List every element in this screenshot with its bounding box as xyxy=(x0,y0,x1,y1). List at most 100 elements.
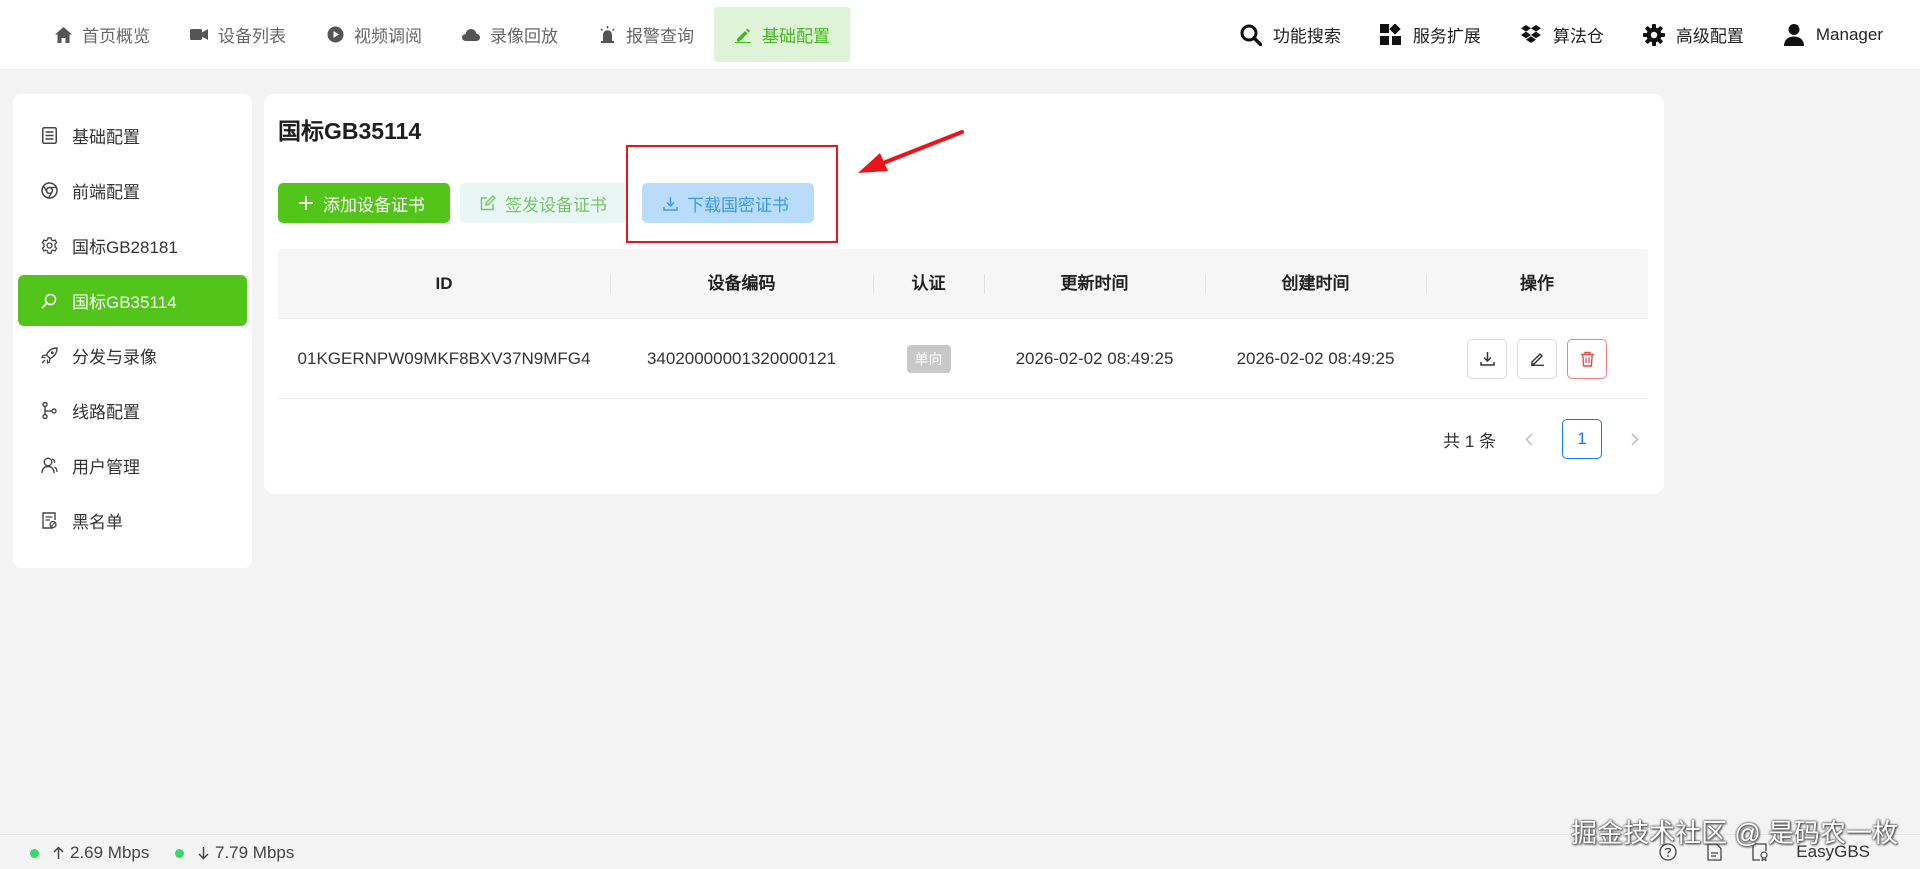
sidebar-item-basic-config[interactable]: 基础配置 xyxy=(18,110,247,161)
nav-service-ext-label: 服务扩展 xyxy=(1412,27,1481,46)
search-icon xyxy=(40,292,58,310)
chevron-right-icon xyxy=(1631,432,1639,446)
col-created: 创建时间 xyxy=(1205,249,1426,319)
edit-icon xyxy=(734,26,752,44)
cell-actions xyxy=(1426,338,1648,379)
nav-algorithm-label: 算法仓 xyxy=(1552,27,1604,46)
top-nav: 首页概览 设备列表 视频调阅 录像回放 报警查询 基础配置 功能搜索 服务扩展 … xyxy=(0,0,1920,70)
annotation-arrow xyxy=(858,130,964,173)
sidebar-item-label: 前端配置 xyxy=(72,183,140,202)
nav-user[interactable]: Manager xyxy=(1763,7,1902,62)
nav-home[interactable]: 首页概览 xyxy=(34,7,170,62)
chevron-left-icon xyxy=(1525,432,1533,446)
watermark: 掘金技术社区 @ 是码农一枚 xyxy=(1571,818,1898,848)
list-icon xyxy=(40,127,58,145)
sidebar-item-label: 用户管理 xyxy=(72,458,140,477)
status-dot xyxy=(30,848,39,858)
nav-advanced-label: 高级配置 xyxy=(1675,27,1744,46)
dropbox-icon xyxy=(1519,23,1543,47)
nav-left: 首页概览 设备列表 视频调阅 录像回放 报警查询 基础配置 xyxy=(34,7,850,62)
nav-playback[interactable]: 录像回放 xyxy=(442,7,578,62)
next-page-button[interactable] xyxy=(1620,419,1650,459)
download-speed-value: 7.79 Mbps xyxy=(215,843,295,862)
user-icon xyxy=(1782,23,1806,47)
trash-icon xyxy=(1580,351,1594,367)
arrow-up-icon xyxy=(53,846,64,859)
highlight-box xyxy=(626,145,838,243)
nav-service-ext[interactable]: 服务扩展 xyxy=(1360,7,1500,62)
nav-video-label: 视频调阅 xyxy=(354,27,422,46)
nav-home-label: 首页概览 xyxy=(82,27,150,46)
pagination: 共 1 条 1 xyxy=(1443,419,1650,459)
upload-speed-value: 2.69 Mbps xyxy=(70,843,150,862)
sidebar-item-label: 黑名单 xyxy=(72,513,123,532)
nav-playback-label: 录像回放 xyxy=(490,27,558,46)
sidebar-item-label: 国标GB35114 xyxy=(72,293,177,312)
arrow-down-icon xyxy=(198,847,209,860)
upload-speed: 2.69 Mbps xyxy=(30,843,149,863)
nav-search[interactable]: 功能搜索 xyxy=(1220,7,1360,62)
col-id: ID xyxy=(435,273,453,293)
nav-alarm-label: 报警查询 xyxy=(626,27,694,46)
nav-algorithm[interactable]: 算法仓 xyxy=(1500,7,1623,62)
nav-advanced[interactable]: 高级配置 xyxy=(1623,7,1763,62)
row-edit-button[interactable] xyxy=(1517,338,1557,379)
download-speed: 7.79 Mbps xyxy=(175,843,294,863)
blacklist-icon xyxy=(40,512,58,530)
nav-basic-config-label: 基础配置 xyxy=(762,27,830,46)
sidebar-item-route-config[interactable]: 线路配置 xyxy=(18,385,247,436)
edit-icon xyxy=(1530,353,1544,366)
col-auth: 认证 xyxy=(873,249,984,319)
nav-right: 功能搜索 服务扩展 算法仓 高级配置 Manager xyxy=(1220,7,1902,62)
cloud-icon xyxy=(462,26,480,44)
table-header: ID 设备编码 认证 更新时间 创建时间 操作 xyxy=(278,249,1648,319)
row-download-button[interactable] xyxy=(1467,338,1507,379)
cert-table: ID 设备编码 认证 更新时间 创建时间 操作 01KGERNPW09MKF8B… xyxy=(278,249,1648,399)
sidebar-item-user-management[interactable]: 用户管理 xyxy=(18,440,247,491)
row-delete-button[interactable] xyxy=(1567,338,1607,379)
add-device-cert-label: 添加设备证书 xyxy=(323,195,425,215)
sidebar-item-frontend-config[interactable]: 前端配置 xyxy=(18,165,247,216)
nav-alarm[interactable]: 报警查询 xyxy=(578,7,714,62)
home-icon xyxy=(54,26,72,44)
nav-basic-config[interactable]: 基础配置 xyxy=(714,7,850,62)
table-row: 01KGERNPW09MKF8BXV37N9MFG4 3402000000132… xyxy=(278,319,1648,399)
cell-updated: 2026-02-02 08:49:25 xyxy=(1015,348,1174,368)
sidebar-item-gb28181[interactable]: 国标GB28181 xyxy=(18,220,247,271)
gear-icon xyxy=(1642,23,1666,47)
alarm-icon xyxy=(598,26,616,44)
cell-id: 01KGERNPW09MKF8BXV37N9MFG4 xyxy=(297,348,591,368)
edit-icon xyxy=(480,195,496,211)
sidebar-item-label: 国标GB28181 xyxy=(72,238,178,257)
cell-created: 2026-02-02 08:49:25 xyxy=(1236,348,1395,368)
rocket-icon xyxy=(40,347,58,365)
status-dot xyxy=(175,848,184,858)
col-updated: 更新时间 xyxy=(984,249,1205,319)
sidebar-item-blacklist[interactable]: 黑名单 xyxy=(18,495,247,546)
sign-device-cert-button[interactable]: 签发设备证书 xyxy=(460,183,628,223)
settings-icon xyxy=(40,237,58,255)
sidebar-item-gb35114[interactable]: 国标GB35114 xyxy=(18,275,247,326)
nav-search-label: 功能搜索 xyxy=(1272,27,1341,46)
add-device-cert-button[interactable]: 添加设备证书 xyxy=(278,183,450,223)
page-number-button[interactable]: 1 xyxy=(1562,419,1602,459)
page-title: 国标GB35114 xyxy=(278,118,422,144)
plus-icon xyxy=(298,195,314,211)
col-actions: 操作 xyxy=(1426,249,1648,319)
nav-device-list-label: 设备列表 xyxy=(218,27,286,46)
sidebar-item-label: 基础配置 xyxy=(72,128,140,147)
sidebar-item-distribution[interactable]: 分发与录像 xyxy=(18,330,247,381)
play-icon xyxy=(326,26,344,44)
sign-device-cert-label: 签发设备证书 xyxy=(505,195,607,215)
search-icon xyxy=(1239,23,1263,47)
cell-auth: 单向 xyxy=(873,344,984,373)
prev-page-button[interactable] xyxy=(1514,419,1544,459)
grid-icon xyxy=(1379,23,1403,47)
camera-icon xyxy=(190,26,208,44)
sidebar: 基础配置 前端配置 国标GB28181 国标GB35114 分发与录像 线路配置 xyxy=(13,94,252,568)
nav-video[interactable]: 视频调阅 xyxy=(306,7,442,62)
total-count: 共 1 条 xyxy=(1443,431,1496,451)
col-device-code: 设备编码 xyxy=(610,249,873,319)
nav-device-list[interactable]: 设备列表 xyxy=(170,7,306,62)
users-icon xyxy=(40,457,58,475)
